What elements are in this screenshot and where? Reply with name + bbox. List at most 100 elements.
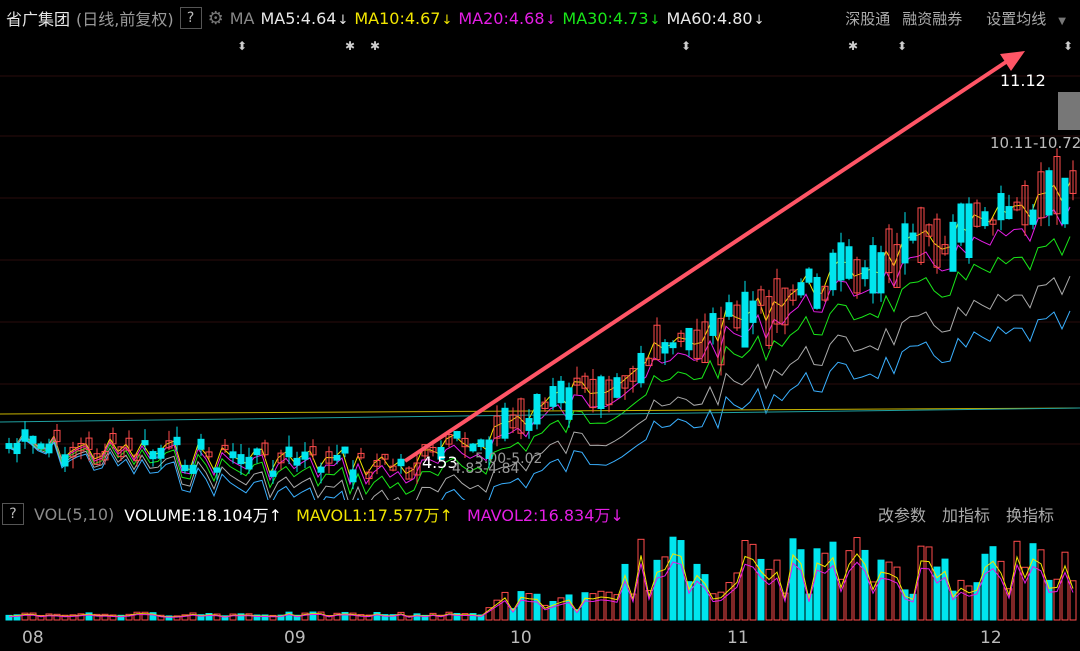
candle-body: [1045, 170, 1053, 216]
candle-body: [901, 223, 909, 264]
link-set-ma[interactable]: 设置均线 ▼: [974, 8, 1066, 29]
volume-bar: [1037, 549, 1045, 621]
volume-bar: [605, 591, 613, 621]
candle-body: [157, 447, 165, 459]
volume-bar: [669, 536, 677, 621]
volume-bar: [957, 579, 965, 621]
ma-line: [5, 181, 1071, 478]
candle-body: [805, 268, 813, 283]
down-arrow-icon: ↓: [649, 12, 661, 28]
down-arrow-icon: ↓: [545, 12, 557, 28]
candle-body: [61, 454, 69, 467]
candle-body: [1029, 209, 1037, 225]
candle-body: [253, 448, 261, 456]
candle-body: [317, 466, 325, 473]
switch-indicator-button[interactable]: 换指标: [1006, 502, 1054, 526]
toolbar-links: 深股通 融资融券 设置均线 ▼: [833, 0, 1066, 36]
volume-bar: [877, 559, 885, 621]
volume-bar: [1021, 566, 1029, 621]
volume-bar: [941, 558, 949, 621]
month-label: 11: [727, 628, 749, 648]
event-marker-icon[interactable]: ✱: [345, 39, 355, 53]
candle-body: [557, 380, 565, 404]
range-mid2-label: 4.83-4.84: [452, 461, 519, 477]
volume-bar: [517, 591, 525, 621]
down-arrow-icon: ↓: [441, 12, 453, 28]
candle-body: [965, 203, 973, 259]
volume-help-button[interactable]: ?: [2, 503, 24, 525]
volume-chart[interactable]: [0, 528, 1080, 621]
volume-bar: [637, 538, 645, 621]
event-marker-icon[interactable]: ✱: [370, 39, 380, 53]
candle-body: [469, 443, 477, 452]
candle-body: [45, 443, 53, 454]
candle-body: [13, 442, 21, 455]
candle-body: [877, 252, 885, 294]
volume-bar: [525, 593, 533, 621]
candle-body: [229, 451, 237, 459]
candle-body: [613, 377, 621, 398]
candle-body: [5, 443, 13, 449]
candle-body: [709, 313, 717, 336]
candle-body: [477, 439, 485, 448]
event-marker-icon[interactable]: ⬍: [237, 39, 247, 53]
candle-body: [813, 276, 821, 309]
volume-indicator-name[interactable]: VOL(5,10): [34, 505, 114, 524]
candles: [5, 148, 1077, 490]
candle-body: [981, 211, 989, 227]
volume-bar: [829, 541, 837, 621]
trend-arrow: [403, 51, 1025, 463]
event-marker-icon[interactable]: ⬍: [897, 39, 907, 53]
ma30-value: MA30:4.73↓: [562, 8, 661, 28]
help-button[interactable]: ?: [179, 7, 202, 29]
candle-body: [909, 232, 917, 241]
candle-body: [637, 352, 645, 384]
volume-toolbar: ? VOL(5,10) VOLUME:18.104万↑ MAVOL1:17.57…: [0, 500, 1080, 528]
candle-body: [181, 464, 189, 472]
month-label: 09: [284, 628, 306, 648]
link-margin[interactable]: 融资融券: [902, 8, 962, 29]
candle-body: [685, 327, 693, 351]
candle-body: [149, 451, 157, 460]
candle-body: [293, 457, 301, 466]
candle-body: [245, 456, 253, 470]
candle-body: [189, 464, 197, 474]
up-arrow-icon: ↑: [439, 506, 453, 525]
volume-bar: [789, 538, 797, 621]
candle-body: [29, 435, 37, 444]
stock-name[interactable]: 省广集团: [6, 6, 70, 30]
trend-arrow-head: [1000, 51, 1025, 71]
ma20-value: MA20:4.68↓: [458, 8, 557, 28]
link-sgt[interactable]: 深股通: [845, 8, 890, 29]
volume-bar: [893, 566, 901, 621]
chart-toolbar: 省广集团 (日线,前复权) ? ⚙ MA MA5:4.64↓ MA10:4.67…: [0, 0, 1080, 36]
volume-bar: [933, 566, 941, 621]
change-params-button[interactable]: 改参数: [878, 502, 926, 526]
volume-value: VOLUME:18.104万↑: [124, 506, 283, 525]
candle-body: [957, 203, 965, 243]
kline-chart[interactable]: ⬍ ✱ ✱ ⬍ ✱ ⬍ ⬍ 11.12 10.11-10.72 4.53 5.00-5.02…: [0, 36, 1080, 500]
candle-body: [725, 302, 733, 317]
volume-bar: [917, 545, 925, 621]
ma60-value: MA60:4.80↓: [666, 8, 765, 28]
volume-bar: [1029, 543, 1037, 621]
ma5-value: MA5:4.64↓: [260, 8, 349, 28]
candle-body: [845, 246, 853, 279]
event-marker-icon[interactable]: ⬍: [1063, 39, 1073, 53]
event-marker-icon[interactable]: ⬍: [681, 39, 691, 53]
candle-body: [37, 443, 45, 449]
volume-bars: [5, 536, 1077, 621]
event-marker-icon[interactable]: ✱: [848, 39, 858, 53]
gear-icon[interactable]: ⚙: [208, 8, 224, 29]
volume-bar: [621, 563, 629, 621]
month-label: 10: [510, 628, 532, 648]
event-markers: ⬍ ✱ ✱ ⬍ ✱ ⬍ ⬍: [237, 39, 1073, 53]
volume-bar: [501, 591, 509, 621]
candle-body: [285, 446, 293, 458]
candle-body: [173, 436, 181, 446]
period-label[interactable]: (日线,前复权): [76, 6, 174, 30]
volume-bar: [565, 594, 573, 621]
add-indicator-button[interactable]: 加指标: [942, 502, 990, 526]
volume-bar: [581, 592, 589, 621]
candle-body: [949, 221, 957, 272]
